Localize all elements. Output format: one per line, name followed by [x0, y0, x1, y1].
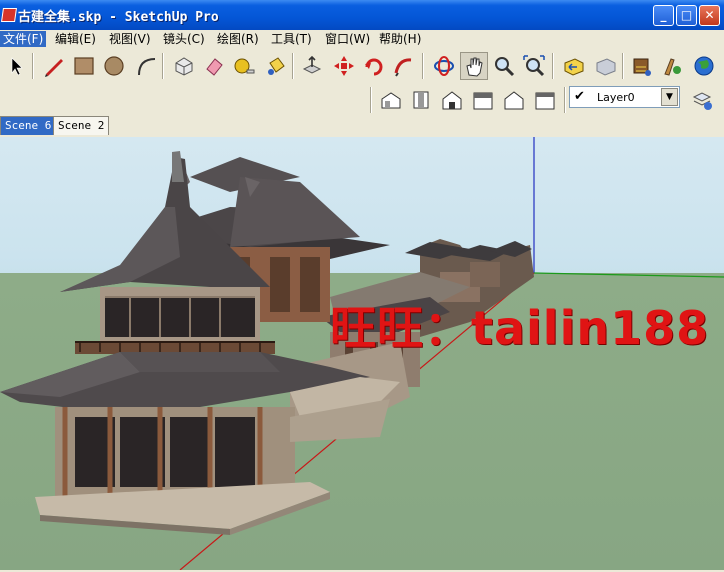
green-axis: [533, 272, 724, 278]
iso-view-icon[interactable]: [377, 86, 405, 114]
sketchup-app-icon: [1, 8, 17, 22]
current-layer-name: Layer0: [597, 91, 635, 104]
toolbar-separator: [622, 53, 624, 79]
model-viewport[interactable]: 旺旺：tailin188: [0, 137, 724, 570]
eraser-icon[interactable]: [200, 52, 228, 80]
follow-me-icon[interactable]: [390, 52, 418, 80]
back-view-icon[interactable]: [500, 86, 528, 114]
rectangle-icon[interactable]: [70, 52, 98, 80]
front-view-icon[interactable]: [438, 86, 466, 114]
menu-file[interactable]: 文件(F): [0, 31, 47, 47]
maximize-button[interactable]: □: [676, 5, 697, 26]
toolbar-separator: [552, 53, 554, 79]
tape-measure-icon[interactable]: [230, 52, 258, 80]
menu-window[interactable]: 窗口(W): [322, 31, 373, 47]
left-view-icon[interactable]: [531, 86, 559, 114]
toolbar-separator: [292, 53, 294, 79]
warehouse-icon[interactable]: [628, 52, 656, 80]
toolbar-separator: [32, 53, 34, 79]
layer-dropdown[interactable]: ✔ Layer0 ▼: [569, 86, 680, 108]
zoom-icon[interactable]: [490, 52, 518, 80]
menu-bar: 文件(F) 编辑(E) 视图(V) 镜头(C) 绘图(R) 工具(T) 窗口(W…: [0, 30, 724, 48]
orbit-icon[interactable]: [430, 52, 458, 80]
move-icon[interactable]: [330, 52, 358, 80]
minimize-button[interactable]: _: [653, 5, 674, 26]
previous-view-icon[interactable]: [560, 52, 588, 80]
menu-help[interactable]: 帮助(H): [376, 31, 424, 47]
close-button[interactable]: ✕: [699, 5, 720, 26]
select-icon[interactable]: [2, 52, 30, 80]
toolbar-separator: [162, 53, 164, 79]
top-view-icon[interactable]: [407, 86, 435, 114]
menu-tools[interactable]: 工具(T): [268, 31, 315, 47]
main-toolbar: [0, 49, 724, 83]
layer-visible-check-icon: ✔: [574, 89, 585, 104]
menu-view[interactable]: 视图(V): [106, 31, 154, 47]
menu-camera[interactable]: 镜头(C): [160, 31, 208, 47]
chevron-down-icon[interactable]: ▼: [661, 88, 678, 106]
components-icon[interactable]: [658, 52, 686, 80]
arc-icon[interactable]: [132, 52, 160, 80]
rotate-icon[interactable]: [360, 52, 388, 80]
layer-manager-icon[interactable]: [688, 86, 716, 114]
window-title: 古建全集.skp - SketchUp Pro: [18, 10, 219, 25]
watermark-text: 旺旺：tailin188: [330, 301, 710, 355]
title-bar[interactable]: 古建全集.skp - SketchUp Pro _ □ ✕: [0, 0, 724, 30]
sketchup-window: 古建全集.skp - SketchUp Pro _ □ ✕ 文件(F) 编辑(E…: [0, 0, 724, 572]
right-view-icon[interactable]: [469, 86, 497, 114]
make-component-icon[interactable]: [170, 52, 198, 80]
pan-icon[interactable]: [460, 52, 488, 80]
toolbar-separator: [370, 87, 372, 113]
paint-bucket-icon[interactable]: [262, 52, 290, 80]
menu-draw[interactable]: 绘图(R): [214, 31, 262, 47]
toolbar-separator: [422, 53, 424, 79]
google-earth-icon[interactable]: [690, 52, 718, 80]
push-pull-icon[interactable]: [298, 52, 326, 80]
circle-icon[interactable]: [100, 52, 128, 80]
next-view-icon[interactable]: [592, 52, 620, 80]
scene-tabs: Scene 6 Scene 2: [0, 115, 724, 136]
pencil-icon[interactable]: [40, 52, 68, 80]
tab-scene-6[interactable]: Scene 6: [0, 116, 57, 135]
toolbar-separator: [564, 87, 566, 113]
menu-edit[interactable]: 编辑(E): [52, 31, 99, 47]
zoom-extents-icon[interactable]: [520, 52, 548, 80]
tab-scene-2[interactable]: Scene 2: [53, 116, 110, 135]
